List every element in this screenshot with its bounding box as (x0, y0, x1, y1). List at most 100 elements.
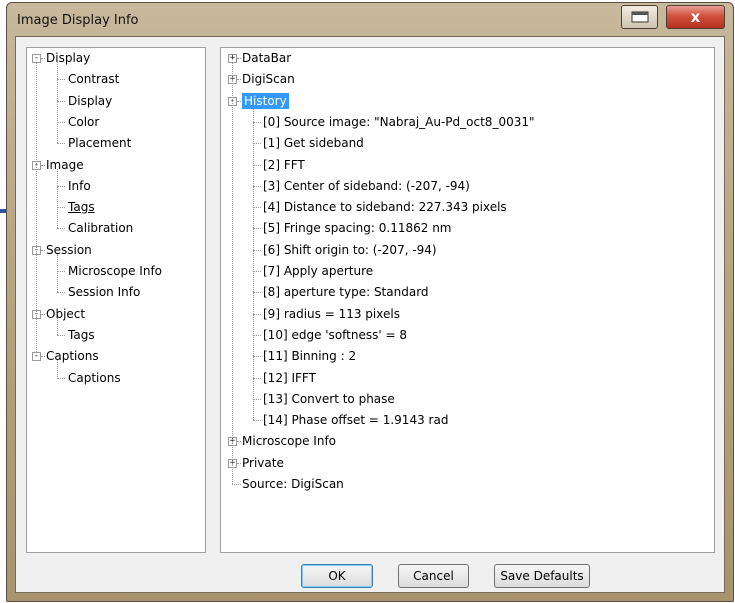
tree-connector (253, 106, 254, 421)
history-item[interactable]: [8] aperture type: Standard (263, 284, 429, 300)
tree-connector (57, 228, 65, 230)
title-bar[interactable]: Image Display Info x (7, 3, 733, 37)
tree-connector (253, 185, 261, 187)
tree-connector (253, 356, 261, 358)
tree-section-captions[interactable]: Captions (46, 348, 99, 364)
tree-item-calibration[interactable]: Calibration (68, 220, 133, 236)
tree-item-microscope-info[interactable]: Microscope Info (68, 263, 162, 279)
tree-connector (253, 420, 261, 422)
tree-connector (253, 398, 261, 400)
cancel-button[interactable]: Cancel (398, 564, 469, 588)
tree-connector (57, 143, 65, 145)
tree-item-display[interactable]: Display (68, 93, 112, 109)
history-item[interactable]: [11] Binning : 2 (263, 348, 356, 364)
tree-section-object[interactable]: Object (46, 306, 85, 322)
tree-item-placement[interactable]: Placement (68, 135, 131, 151)
tree-section-image[interactable]: Image (46, 157, 84, 173)
ok-label: OK (328, 569, 346, 583)
category-tree[interactable]: - Display Contrast Display Color Placement - Im… (26, 47, 206, 553)
tree-connector (237, 462, 241, 464)
tree-item-session-info[interactable]: Session Info (68, 284, 140, 300)
tree-connector (36, 63, 37, 353)
tree-connector (237, 58, 241, 59)
collapse-toggle-icon[interactable]: - (32, 54, 41, 63)
collapse-toggle-icon[interactable]: - (32, 352, 41, 362)
tree-item-captions[interactable]: Captions (68, 370, 121, 386)
cancel-label: Cancel (413, 569, 454, 583)
close-icon: x (690, 8, 701, 26)
tree-connector (253, 143, 261, 145)
tree-connector (41, 356, 45, 358)
tree-section-session[interactable]: Session (46, 242, 92, 258)
history-item[interactable]: [7] Apply aperture (263, 263, 373, 279)
restore-button[interactable] (621, 5, 658, 29)
tag-tree[interactable]: + DataBar + DigiScan - History [0] Source imag… (220, 47, 715, 553)
tree-connector (232, 63, 233, 484)
tree-connector (57, 334, 65, 336)
tree-item-contrast[interactable]: Contrast (68, 71, 119, 87)
history-item[interactable]: [2] FFT (263, 157, 305, 173)
tree-item-color[interactable]: Color (68, 114, 99, 130)
tree-connector (41, 249, 45, 251)
history-item[interactable]: [10] edge 'softness' = 8 (263, 327, 407, 343)
tree-connector (57, 121, 65, 123)
tree-connector (253, 271, 261, 272)
tree-connector (253, 164, 261, 166)
history-item[interactable]: [5] Fringe spacing: 0.11862 nm (263, 220, 452, 236)
history-item[interactable]: [9] radius = 113 pixels (263, 306, 400, 322)
tree-connector (237, 79, 241, 81)
tag-node-source-digiscan[interactable]: Source: DigiScan (242, 476, 344, 492)
tree-connector (57, 185, 65, 187)
tree-section-display[interactable]: Display (46, 50, 90, 66)
tree-connector (253, 207, 261, 209)
history-item[interactable]: [12] IFFT (263, 370, 316, 386)
close-button[interactable]: x (666, 5, 725, 29)
tree-connector (57, 253, 58, 293)
history-item[interactable]: [14] Phase offset = 1.9143 rad (263, 412, 448, 428)
save-defaults-label: Save Defaults (500, 569, 584, 583)
tree-connector (41, 313, 45, 315)
history-item[interactable]: [13] Convert to phase (263, 391, 395, 407)
restore-icon (631, 11, 648, 23)
tree-connector (253, 334, 261, 336)
dialog-window: Image Display Info x - Display Contrast Dis… (6, 2, 734, 602)
history-item[interactable]: [0] Source image: "Nabraj_Au-Pd_oct8_003… (263, 114, 535, 130)
tag-node-digiscan[interactable]: DigiScan (242, 71, 295, 87)
tree-connector (57, 168, 58, 229)
tree-connector (237, 441, 241, 443)
tree-item-info[interactable]: Info (68, 178, 91, 194)
save-defaults-button[interactable]: Save Defaults (494, 564, 590, 588)
tree-connector (57, 100, 65, 102)
tree-connector (41, 164, 45, 166)
tree-connector (57, 317, 58, 335)
tree-item-tags[interactable]: Tags (68, 199, 95, 215)
tree-connector (253, 249, 261, 251)
tag-node-databar[interactable]: DataBar (242, 50, 291, 66)
tag-node-private[interactable]: Private (242, 455, 284, 471)
tree-connector (57, 79, 65, 81)
tree-connector (232, 484, 241, 485)
history-item[interactable]: [3] Center of sideband: (-207, -94) (263, 178, 470, 194)
tree-connector (237, 100, 241, 102)
tree-connector (57, 292, 65, 294)
expand-toggle-icon[interactable]: + (228, 54, 237, 63)
tree-connector (253, 121, 261, 123)
history-item[interactable]: [6] Shift origin to: (-207, -94) (263, 242, 437, 258)
ok-button[interactable]: OK (301, 564, 373, 588)
tree-connector (253, 228, 261, 230)
tree-connector (41, 58, 45, 59)
window-title: Image Display Info (17, 13, 139, 28)
tree-connector (57, 207, 65, 209)
tree-connector (253, 292, 261, 294)
tree-item-tags[interactable]: Tags (68, 327, 95, 343)
history-item[interactable]: [1] Get sideband (263, 135, 364, 151)
history-item[interactable]: [4] Distance to sideband: 227.343 pixels (263, 199, 507, 215)
tag-node-microscope-info[interactable]: Microscope Info (242, 433, 336, 449)
tree-connector (253, 377, 261, 379)
tree-connector (57, 271, 65, 272)
tree-connector (57, 377, 65, 379)
tree-connector (57, 360, 58, 378)
tag-node-history[interactable]: History (242, 92, 289, 109)
dialog-client: - Display Contrast Display Color Placement - Im… (15, 36, 725, 593)
tree-connector (253, 313, 261, 315)
